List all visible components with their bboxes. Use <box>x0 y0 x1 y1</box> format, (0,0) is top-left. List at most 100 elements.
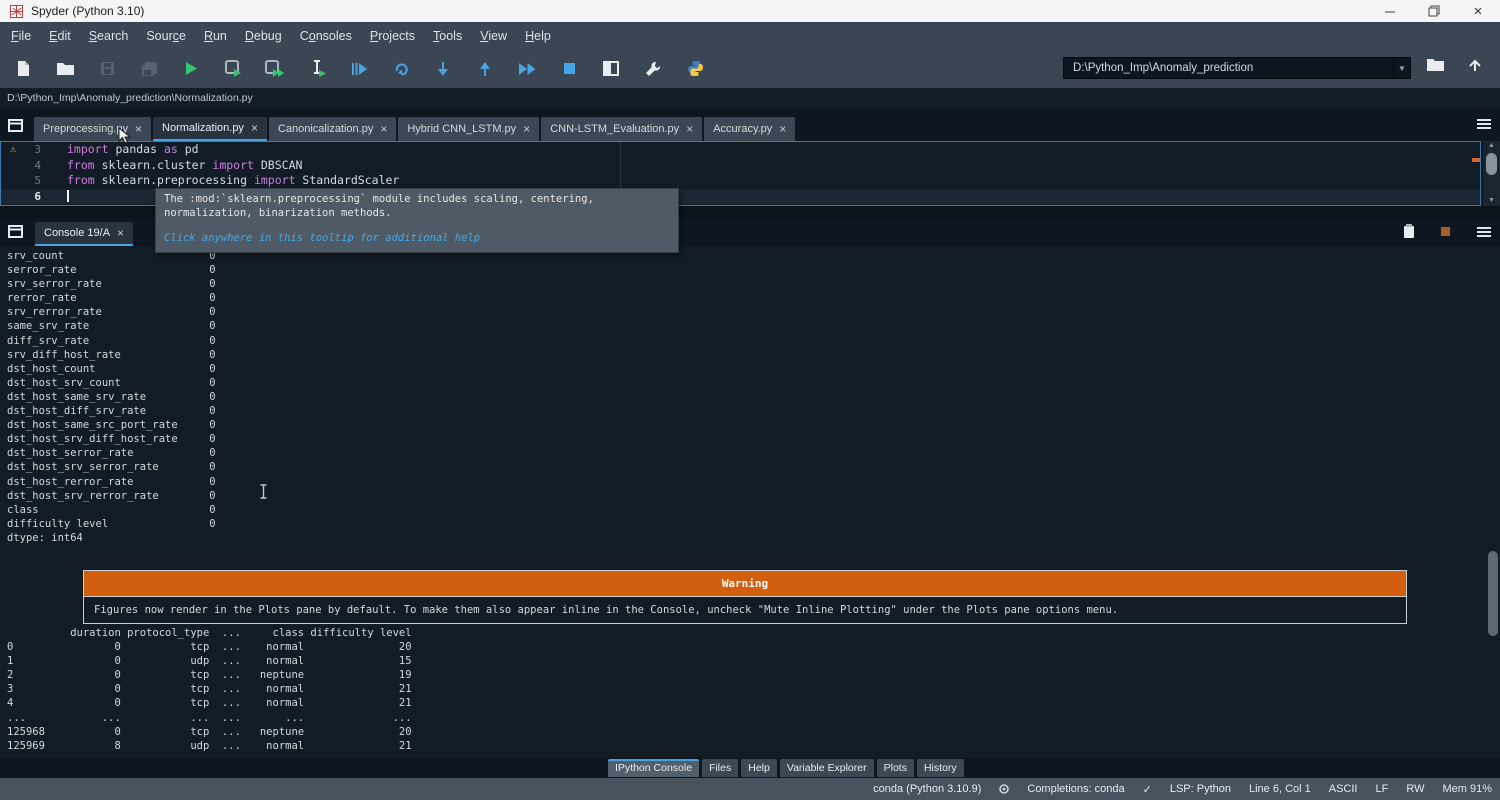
working-directory-combobox[interactable]: D:\Python_Imp\Anomaly_prediction ▼ <box>1063 57 1411 79</box>
pane-tab-ipython-console[interactable]: IPython Console <box>608 759 699 777</box>
new-file-icon[interactable] <box>10 56 36 82</box>
console-tab[interactable]: Console 19/A× <box>35 222 133 246</box>
close-tab-icon[interactable]: × <box>523 122 530 136</box>
maximize-pane-icon[interactable] <box>598 56 624 82</box>
tooltip-body: The :mod:`sklearn.preprocessing` module … <box>164 193 670 220</box>
pane-switcher-bar: IPython ConsoleFilesHelpVariable Explore… <box>0 758 1500 778</box>
combobox-dropdown-icon[interactable]: ▼ <box>1393 58 1410 78</box>
status-lsp: LSP: Python <box>1170 783 1231 795</box>
menu-tools[interactable]: Tools <box>424 25 471 47</box>
console-options-menu-icon[interactable] <box>1476 226 1492 238</box>
status-mem: Mem 91% <box>1442 783 1492 795</box>
browse-directory-button[interactable] <box>1426 58 1445 77</box>
minimize-button[interactable] <box>1368 0 1412 22</box>
menu-help[interactable]: Help <box>516 25 560 47</box>
tooltip-hint: Click anywhere in this tooltip for addit… <box>164 232 670 246</box>
code-text: from sklearn.preprocessing import Standa… <box>41 173 399 189</box>
menu-edit[interactable]: Edit <box>40 25 80 47</box>
menu-view[interactable]: View <box>471 25 516 47</box>
run-cell-advance-icon[interactable] <box>262 56 288 82</box>
code-line[interactable]: ⚠3import pandas as pd <box>1 142 1480 158</box>
code-text: from sklearn.cluster import DBSCAN <box>41 158 302 174</box>
continue-icon[interactable] <box>514 56 540 82</box>
pane-tab-plots[interactable]: Plots <box>877 759 914 777</box>
file-path-bar: D:\Python_Imp\Anomaly_prediction\Normali… <box>0 88 1500 108</box>
pane-tab-help[interactable]: Help <box>741 759 777 777</box>
editor-scrollbar-thumb[interactable] <box>1486 153 1497 175</box>
pane-tab-history[interactable]: History <box>917 759 964 777</box>
status-rw: RW <box>1406 783 1424 795</box>
warning-banner: Warning Figures now render in the Plots … <box>83 570 1407 624</box>
menu-file[interactable]: File <box>2 25 40 47</box>
save-all-icon <box>136 56 162 82</box>
editor-tab-canonicalization-py[interactable]: Canonicalization.py × <box>269 117 396 141</box>
warning-icon: ⚠ <box>1 142 25 158</box>
console-scrollbar-thumb[interactable] <box>1488 551 1498 636</box>
scrollbar-warning-marker <box>1472 158 1480 162</box>
check-icon: ✓ <box>1143 783 1152 796</box>
dataframe-output: duration protocol_type ... class difficu… <box>7 626 412 753</box>
help-tooltip[interactable]: The :mod:`sklearn.preprocessing` module … <box>155 188 679 253</box>
status-completions: Completions: conda <box>1027 783 1124 795</box>
status-ascii: ASCII <box>1329 783 1358 795</box>
pane-tab-variable-explorer[interactable]: Variable Explorer <box>780 759 874 777</box>
run-cell-icon[interactable] <box>220 56 246 82</box>
tab-label: CNN-LSTM_Evaluation.py <box>550 123 679 135</box>
browse-tabs-icon[interactable] <box>8 119 23 137</box>
browse-tabs-icon[interactable] <box>8 225 23 243</box>
menu-projects[interactable]: Projects <box>361 25 424 47</box>
scroll-up-icon[interactable]: ▲ <box>1483 141 1500 151</box>
editor-options-menu-icon[interactable] <box>1476 117 1492 135</box>
debug-file-icon[interactable] <box>346 56 372 82</box>
editor-tab-normalization-py[interactable]: Normalization.py × <box>153 117 267 141</box>
menu-bar: FileEditSearchSourceRunDebugConsolesProj… <box>0 22 1500 49</box>
stop-icon[interactable] <box>556 56 582 82</box>
interrupt-kernel-icon[interactable] <box>1441 227 1450 236</box>
open-file-icon[interactable] <box>52 56 78 82</box>
menu-debug[interactable]: Debug <box>236 25 291 47</box>
menu-source[interactable]: Source <box>137 25 195 47</box>
warning-title: Warning <box>84 571 1406 597</box>
editor-tab-preprocessing-py[interactable]: Preprocessing.py× <box>34 117 151 141</box>
rerun-cell-icon[interactable] <box>388 56 414 82</box>
status-lf: LF <box>1375 783 1388 795</box>
python-path-icon[interactable] <box>682 56 708 82</box>
close-tab-icon[interactable]: × <box>686 122 693 136</box>
window-title: Spyder (Python 3.10) <box>31 4 144 18</box>
run-selection-icon[interactable] <box>304 56 330 82</box>
close-tab-icon[interactable]: × <box>380 122 387 136</box>
close-tab-icon[interactable]: × <box>135 122 142 136</box>
ipython-console-output[interactable]: srv_count 0 serror_rate 0 srv_serror_rat… <box>0 246 1500 758</box>
editor-tab-hybrid-cnn-lstm-py[interactable]: Hybrid CNN_LSTM.py× <box>398 117 539 141</box>
editor-scrollbar[interactable]: ▲ ▼ <box>1483 141 1500 206</box>
step-return-icon[interactable] <box>472 56 498 82</box>
spyder-logo-icon <box>10 5 23 18</box>
scroll-down-icon[interactable]: ▼ <box>1483 196 1500 206</box>
menu-run[interactable]: Run <box>195 25 236 47</box>
preferences-icon[interactable] <box>640 56 666 82</box>
line-number: 3 <box>25 142 41 158</box>
code-line[interactable]: 4from sklearn.cluster import DBSCAN <box>1 158 1480 174</box>
editor-tab-cnn-lstm-evaluation-py[interactable]: CNN-LSTM_Evaluation.py × <box>541 117 702 141</box>
status-conda: conda (Python 3.10.9) <box>873 783 981 795</box>
menu-search[interactable]: Search <box>80 25 138 47</box>
parent-directory-button[interactable] <box>1468 58 1482 77</box>
editor-tab-bar: Preprocessing.py×Normalization.py×Canoni… <box>0 108 1500 141</box>
run-file-icon[interactable] <box>178 56 204 82</box>
code-line[interactable]: 5from sklearn.preprocessing import Stand… <box>1 173 1480 189</box>
close-tab-icon[interactable]: × <box>117 226 124 240</box>
pane-tab-files[interactable]: Files <box>702 759 738 777</box>
completions-icon <box>999 784 1009 794</box>
close-tab-icon[interactable]: × <box>779 122 786 136</box>
console-environment-icon[interactable] <box>1403 224 1415 239</box>
close-tab-icon[interactable]: × <box>251 121 258 135</box>
tab-label: Canonicalization.py <box>278 123 373 135</box>
save-icon <box>94 56 120 82</box>
close-button[interactable]: × <box>1456 0 1500 22</box>
menu-consoles[interactable]: Consoles <box>291 25 361 47</box>
title-bar: Spyder (Python 3.10) × <box>0 0 1500 22</box>
tab-label: Normalization.py <box>162 122 244 134</box>
editor-tab-accuracy-py[interactable]: Accuracy.py× <box>704 117 795 141</box>
step-into-icon[interactable] <box>430 56 456 82</box>
restore-button[interactable] <box>1412 0 1456 22</box>
